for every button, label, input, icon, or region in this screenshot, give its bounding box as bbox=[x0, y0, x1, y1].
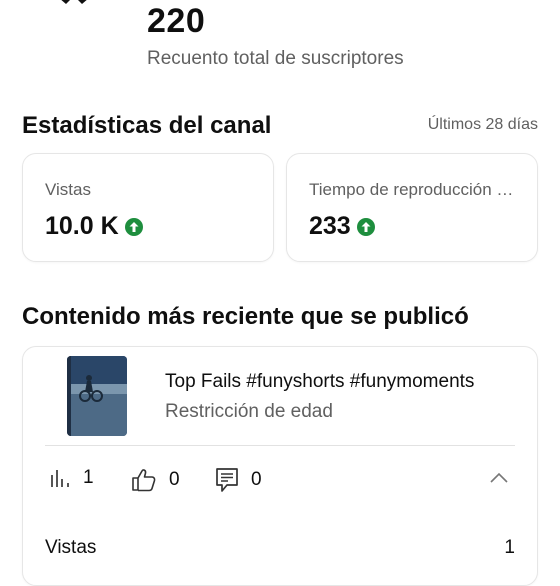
thumbnail-scene bbox=[67, 356, 127, 436]
subscriber-count-label: Recuento total de suscriptores bbox=[147, 48, 404, 69]
recent-content-title: Contenido más reciente que se publicó bbox=[22, 303, 469, 330]
comments-count: 0 bbox=[251, 469, 262, 490]
ribbon-icon bbox=[61, 0, 87, 4]
subscriber-count: 220 bbox=[147, 2, 206, 40]
detail-row-value: 1 bbox=[504, 537, 515, 558]
stat-label: Vistas bbox=[45, 180, 91, 199]
comments-metric: 0 bbox=[215, 467, 262, 493]
stat-value: 10.0 K bbox=[45, 212, 143, 241]
stat-value: 233 bbox=[309, 212, 375, 241]
views-count: 1 bbox=[83, 467, 94, 488]
video-thumbnail[interactable] bbox=[67, 356, 127, 436]
collapse-button[interactable] bbox=[489, 471, 509, 489]
likes-metric: 0 bbox=[131, 467, 180, 493]
video-status: Restricción de edad bbox=[165, 401, 333, 422]
detail-row-label: Vistas bbox=[45, 537, 97, 558]
views-stat-card[interactable]: Vistas 10.0 K bbox=[22, 153, 274, 262]
trend-up-icon bbox=[124, 217, 143, 236]
divider bbox=[45, 445, 515, 446]
video-title[interactable]: Top Fails #funyshorts #funymoments bbox=[165, 371, 474, 393]
trend-up-icon bbox=[356, 217, 375, 236]
chevron-up-icon bbox=[490, 472, 508, 483]
channel-avatar[interactable] bbox=[46, 0, 102, 16]
recent-video-card[interactable]: Top Fails #funyshorts #funymoments Restr… bbox=[22, 346, 538, 586]
watch-time-stat-card[interactable]: Tiempo de reproducción (horas) 233 bbox=[286, 153, 538, 262]
comment-icon bbox=[216, 468, 238, 492]
channel-stats-title: Estadísticas del canal bbox=[22, 112, 272, 139]
stat-label: Tiempo de reproducción (horas) bbox=[309, 180, 519, 199]
stats-period: Últimos 28 días bbox=[427, 116, 538, 133]
stat-value-text: 233 bbox=[309, 212, 351, 240]
views-metric: 1 bbox=[49, 467, 94, 489]
stat-value-text: 10.0 K bbox=[45, 212, 119, 240]
thumbs-up-icon bbox=[132, 469, 156, 492]
likes-count: 0 bbox=[169, 469, 180, 490]
bar-chart-icon bbox=[51, 470, 69, 487]
